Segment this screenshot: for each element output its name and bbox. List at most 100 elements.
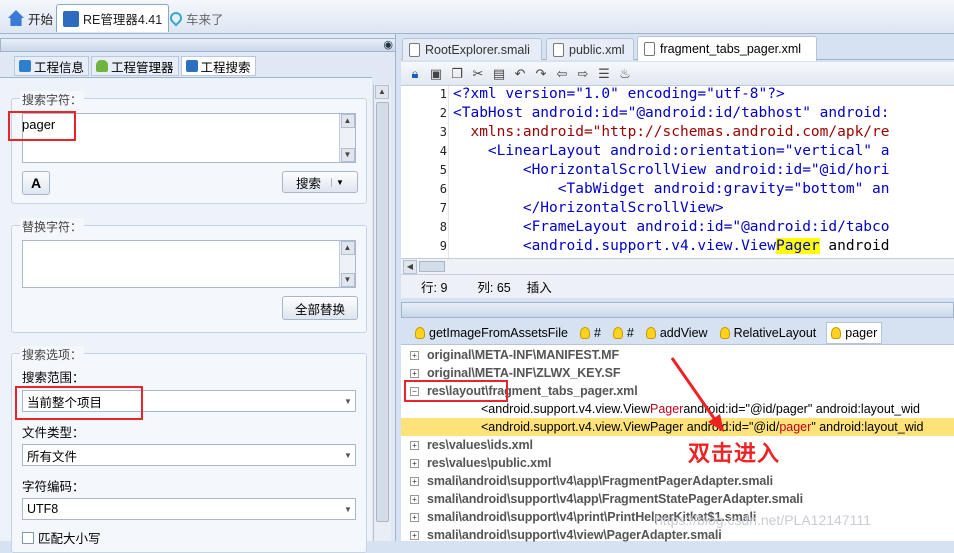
result-file-row[interactable]: + res\values\ids.xml — [401, 436, 533, 454]
search-button[interactable]: 搜索 ▼ — [282, 171, 358, 193]
editor-toolbar: 🔒︎ ▣ ❐ ✂ ▤ ↶ ↷ ⇦ ⇨ ☰ ♨ — [401, 62, 954, 86]
scroll-thumb[interactable] — [376, 102, 389, 522]
editor-horizontal-scrollbar[interactable]: ◀ — [401, 258, 954, 274]
info-icon — [19, 60, 31, 72]
font-size-button[interactable]: A — [22, 171, 50, 195]
format-icon[interactable]: ☰ — [596, 66, 612, 82]
line-number: 7 — [439, 201, 447, 215]
code-line: <FrameLayout android:id="@android:id/tab… — [453, 219, 890, 235]
expand-icon[interactable]: + — [410, 368, 419, 378]
top-tab-bar: 开始 RE管理器4.41 车来了 — [0, 0, 954, 34]
code-line: <TabWidget android:gravity="bottom" an — [453, 181, 890, 197]
tab-re-manager[interactable]: RE管理器4.41 — [56, 4, 170, 32]
redo-icon[interactable]: ↷ — [533, 66, 549, 82]
file-tab-public-xml[interactable]: public.xml — [546, 38, 634, 60]
scroll-down-icon[interactable]: ▼ — [340, 273, 355, 287]
scroll-thumb[interactable] — [419, 261, 445, 272]
result-file-row[interactable]: + smali\android\support\v4\app\FragmentPa… — [401, 472, 773, 490]
editor-status-bar: 行: 9 列: 65 插入 — [401, 274, 954, 298]
scroll-up-icon[interactable]: ▲ — [340, 241, 355, 255]
tab-home[interactable]: 开始 — [2, 4, 59, 32]
replace-all-button[interactable]: 全部替换 — [282, 296, 358, 320]
search-button-label: 搜索 — [296, 176, 322, 191]
paste-icon[interactable]: ▤ — [491, 66, 507, 82]
forward-arrow-icon[interactable]: ⇨ — [575, 66, 591, 82]
location-pin-icon — [167, 9, 185, 27]
cut-icon[interactable]: ✂ — [470, 66, 486, 82]
expand-icon[interactable]: + — [410, 440, 419, 450]
line-number: 5 — [439, 163, 447, 177]
search-input-scrollbar[interactable]: ▲ ▼ — [339, 114, 355, 162]
replace-input-scrollbar[interactable]: ▲ ▼ — [339, 241, 355, 287]
expand-icon[interactable]: + — [410, 512, 419, 522]
tab-project-manager[interactable]: 工程管理器 — [91, 56, 179, 76]
result-file-path: original\META-INF\ZLWX_KEY.SF — [427, 366, 621, 380]
result-file-row[interactable]: + res\values\public.xml — [401, 454, 551, 472]
left-panel-scrollbar[interactable]: ▲ — [373, 84, 391, 541]
filetype-select[interactable]: 所有文件 ▼ — [22, 444, 356, 466]
result-file-path: smali\android\support\v4\view\PagerAdapt… — [427, 528, 722, 542]
scroll-down-icon[interactable]: ▼ — [340, 148, 355, 162]
file-tab-fragment-tabs-pager[interactable]: fragment_tabs_pager.xml — [637, 36, 817, 61]
result-file-path: res\values\public.xml — [427, 456, 552, 470]
search-input-highlight: pager — [8, 111, 76, 141]
replace-group-label: 替换字符： — [20, 218, 85, 235]
replace-all-label: 全部替换 — [294, 302, 345, 317]
expand-icon[interactable]: + — [410, 458, 419, 468]
scope-label: 搜索范围： — [22, 371, 85, 385]
tab-chelaile[interactable]: 车来了 — [164, 4, 230, 32]
result-tab-label: RelativeLayout — [733, 326, 817, 340]
scroll-up-icon[interactable]: ▲ — [340, 114, 355, 128]
lock-icon[interactable]: 🔒︎ — [407, 66, 423, 82]
result-tab[interactable]: RelativeLayout — [718, 322, 819, 344]
expand-icon[interactable]: + — [410, 494, 419, 504]
match-case-checkbox[interactable] — [22, 531, 34, 544]
expand-icon[interactable]: + — [410, 350, 419, 360]
expand-icon[interactable]: + — [410, 476, 419, 486]
tab-chelaile-label: 车来了 — [186, 12, 224, 27]
encoding-label: 字符编码： — [22, 480, 85, 494]
file-tab-label: fragment_tabs_pager.xml — [660, 42, 802, 56]
re-manager-icon — [63, 10, 79, 27]
result-tab-pager[interactable]: pager — [826, 322, 883, 344]
file-tab-rootexplorer[interactable]: RootExplorer.smali — [402, 38, 542, 60]
tab-re-manager-label: RE管理器4.41 — [83, 13, 163, 27]
tab-project-search[interactable]: 工程搜索 — [180, 56, 256, 76]
copy-icon[interactable]: ❐ — [449, 66, 465, 82]
save-icon[interactable]: ▣ — [428, 66, 444, 82]
expand-icon[interactable]: + — [410, 530, 419, 540]
tab-project-info[interactable]: 工程信息 — [14, 56, 90, 76]
options-group-label: 搜索选项： — [20, 346, 85, 363]
eye-icon[interactable]: ◉ — [383, 39, 393, 51]
result-file-row[interactable]: + smali\android\support\v4\view\PagerAdap… — [401, 526, 722, 544]
scroll-left-icon[interactable]: ◀ — [403, 260, 417, 274]
code-editor[interactable]: 1 2 3 4 5 6 7 8 9 <?xml version="1.0" en… — [401, 86, 954, 258]
java-icon[interactable]: ♨ — [617, 66, 633, 82]
undo-icon[interactable]: ↶ — [512, 66, 528, 82]
annotation-arrow — [670, 357, 724, 432]
result-tab[interactable]: # — [611, 322, 636, 344]
result-tab[interactable]: getImageFromAssetsFile — [413, 322, 570, 344]
chevron-down-icon: ▼ — [344, 504, 352, 514]
status-row: 行: 9 — [421, 281, 448, 295]
encoding-select[interactable]: UTF8 ▼ — [22, 498, 356, 520]
result-file-path: res\values\ids.xml — [427, 438, 533, 452]
match-case-option[interactable]: 匹配大小写 — [22, 528, 101, 547]
result-tab[interactable]: # — [578, 322, 603, 344]
replace-input[interactable]: ▲ ▼ — [22, 240, 356, 288]
code-line: <HorizontalScrollView android:id="@id/ho… — [453, 162, 890, 178]
tab-project-info-label: 工程信息 — [34, 60, 85, 75]
lightbulb-icon — [415, 327, 425, 339]
lightbulb-icon — [645, 327, 656, 339]
back-arrow-icon[interactable]: ⇦ — [554, 66, 570, 82]
search-input-value[interactable]: pager — [22, 117, 55, 132]
result-file-row[interactable]: + original\META-INF\MANIFEST.MF — [401, 346, 619, 364]
result-file-path: smali\android\support\v4\app\FragmentPag… — [427, 474, 773, 488]
dropdown-arrow-icon[interactable]: ▼ — [331, 177, 344, 187]
result-file-row[interactable]: + smali\android\support\v4\app\FragmentSt… — [401, 490, 803, 508]
tab-home-label: 开始 — [28, 12, 54, 27]
result-tab[interactable]: addView — [644, 322, 710, 344]
match-keyword: pager — [779, 420, 812, 434]
chevron-down-icon: ▼ — [344, 396, 352, 406]
scroll-up-icon[interactable]: ▲ — [375, 85, 389, 99]
